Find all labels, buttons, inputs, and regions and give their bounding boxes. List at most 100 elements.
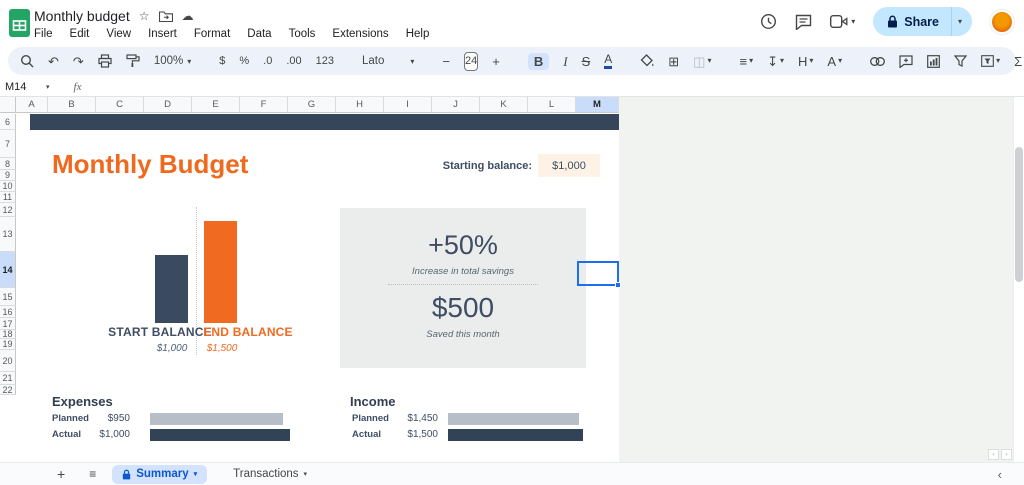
increase-decimal-button[interactable]: .00 [286,55,301,67]
starting-balance-cell[interactable]: $1,000 [538,154,600,177]
vertical-scrollbar-thumb[interactable] [1015,147,1023,282]
add-sheet-button[interactable]: + [57,466,65,482]
sheet-tab-transactions[interactable]: Transactions ▾ [223,465,317,484]
column-header-A[interactable]: A [16,97,48,113]
tab-dropdown-icon[interactable]: ▾ [194,470,198,478]
row-header-9[interactable]: 9 [0,170,16,181]
tab-dropdown-icon[interactable]: ▾ [304,470,308,478]
formula-input[interactable] [81,78,1024,96]
fill-color-button[interactable] [640,54,654,68]
filter-views-button[interactable]: ▾ [981,55,1000,67]
share-dropdown-button[interactable]: ▾ [950,7,972,36]
format-percent-button[interactable]: % [239,55,249,67]
menu-extensions[interactable]: Extensions [332,28,388,40]
row-header-21[interactable]: 21 [0,372,16,385]
vertical-align-button[interactable]: ↧ ▾ [767,55,784,68]
scroll-right-button[interactable]: › [1001,449,1012,460]
row-header-19[interactable]: 19 [0,339,16,350]
column-header-I[interactable]: I [384,97,432,113]
menu-data[interactable]: Data [247,28,271,40]
create-filter-button[interactable] [954,55,968,67]
scroll-left-button[interactable]: ‹ [988,449,999,460]
menu-edit[interactable]: Edit [70,28,90,40]
row-header-18[interactable]: 18 [0,329,16,339]
insert-chart-button[interactable] [927,54,941,68]
comment-history-icon[interactable] [795,14,812,30]
text-rotation-button[interactable]: A ▾ [827,55,842,68]
increase-font-size-button[interactable]: + [492,55,500,68]
row-header-14[interactable]: 14 [0,252,16,288]
column-header-C[interactable]: C [96,97,144,113]
star-icon[interactable]: ☆ [139,10,150,22]
functions-button[interactable]: Σ [1014,55,1022,68]
version-history-icon[interactable] [760,13,777,30]
sheet-tab-summary[interactable]: Summary ▾ [112,464,208,484]
horizontal-align-button[interactable]: ≡ ▾ [739,55,753,68]
format-currency-button[interactable]: $ [219,55,225,67]
column-header-J[interactable]: J [432,97,480,113]
decrease-decimal-button[interactable]: .0 [263,55,272,67]
column-header-H[interactable]: H [336,97,384,113]
menu-tools[interactable]: Tools [289,28,316,40]
vertical-scrollbar[interactable] [1013,97,1024,462]
document-title[interactable]: Monthly budget [34,8,130,24]
selected-cell-M14[interactable] [577,261,621,288]
join-call-button[interactable]: ▾ [830,15,855,28]
insert-link-button[interactable] [870,56,886,66]
cloud-status-icon[interactable]: ☁ [182,10,194,22]
menu-file[interactable]: File [34,28,53,40]
row-header-11[interactable]: 11 [0,192,16,203]
column-header-D[interactable]: D [144,97,192,113]
sheets-logo-icon[interactable] [9,9,30,37]
decrease-font-size-button[interactable]: − [442,55,450,68]
row-header-15[interactable]: 15 [0,288,16,306]
menu-insert[interactable]: Insert [148,28,177,40]
name-box[interactable]: M14 [0,81,46,93]
collapse-side-panel-icon[interactable]: ‹ [998,467,1002,482]
move-folder-icon[interactable] [158,10,173,22]
menu-help[interactable]: Help [406,28,430,40]
paint-format-button[interactable] [126,54,140,68]
column-header-F[interactable]: F [240,97,288,113]
row-header-10[interactable]: 10 [0,181,16,192]
column-header-E[interactable]: E [192,97,240,113]
print-button[interactable] [98,54,112,68]
share-button[interactable]: Share ▾ [873,7,972,36]
row-header-16[interactable]: 16 [0,306,16,318]
row-header-12[interactable]: 12 [0,203,16,217]
column-header-G[interactable]: G [288,97,336,113]
row-header-6[interactable]: 6 [0,114,16,130]
spreadsheet-grid[interactable]: Monthly Budget Starting balance: $1,000 … [0,97,1024,462]
redo-button[interactable]: ↷ [73,55,84,68]
bold-button[interactable]: B [527,52,550,70]
zoom-select[interactable]: 100% ▾ [154,55,191,67]
select-all-corner[interactable] [0,97,16,113]
column-header-K[interactable]: K [480,97,528,113]
insert-comment-button[interactable] [899,54,913,68]
row-header-7[interactable]: 7 [0,130,16,158]
menu-view[interactable]: View [106,28,131,40]
all-sheets-button[interactable]: ≡ [89,467,96,481]
font-family-select[interactable]: Lato ▾ [362,55,414,67]
text-color-button[interactable]: A [604,53,613,69]
row-header-20[interactable]: 20 [0,350,16,372]
italic-button[interactable]: I [563,55,567,68]
strikethrough-button[interactable]: S [582,55,591,68]
more-formats-button[interactable]: 123 [316,55,334,67]
column-header-B[interactable]: B [48,97,96,113]
search-icon[interactable] [20,54,34,68]
undo-button[interactable]: ↶ [48,55,59,68]
text-wrapping-button[interactable]: H ▾ [798,55,813,68]
call-dropdown-icon[interactable]: ▾ [851,17,855,26]
column-header-L[interactable]: L [528,97,576,113]
column-header-M[interactable]: M [576,97,619,113]
menu-format[interactable]: Format [194,28,230,40]
row-header-8[interactable]: 8 [0,158,16,170]
borders-button[interactable]: ⊞ [668,55,679,68]
row-header-13[interactable]: 13 [0,217,16,252]
account-avatar[interactable] [989,8,1015,35]
fill-handle[interactable] [615,282,621,288]
name-box-dropdown-icon[interactable]: ▾ [46,83,50,91]
row-header-22[interactable]: 22 [0,385,16,395]
font-size-input[interactable]: 24 [464,51,479,71]
